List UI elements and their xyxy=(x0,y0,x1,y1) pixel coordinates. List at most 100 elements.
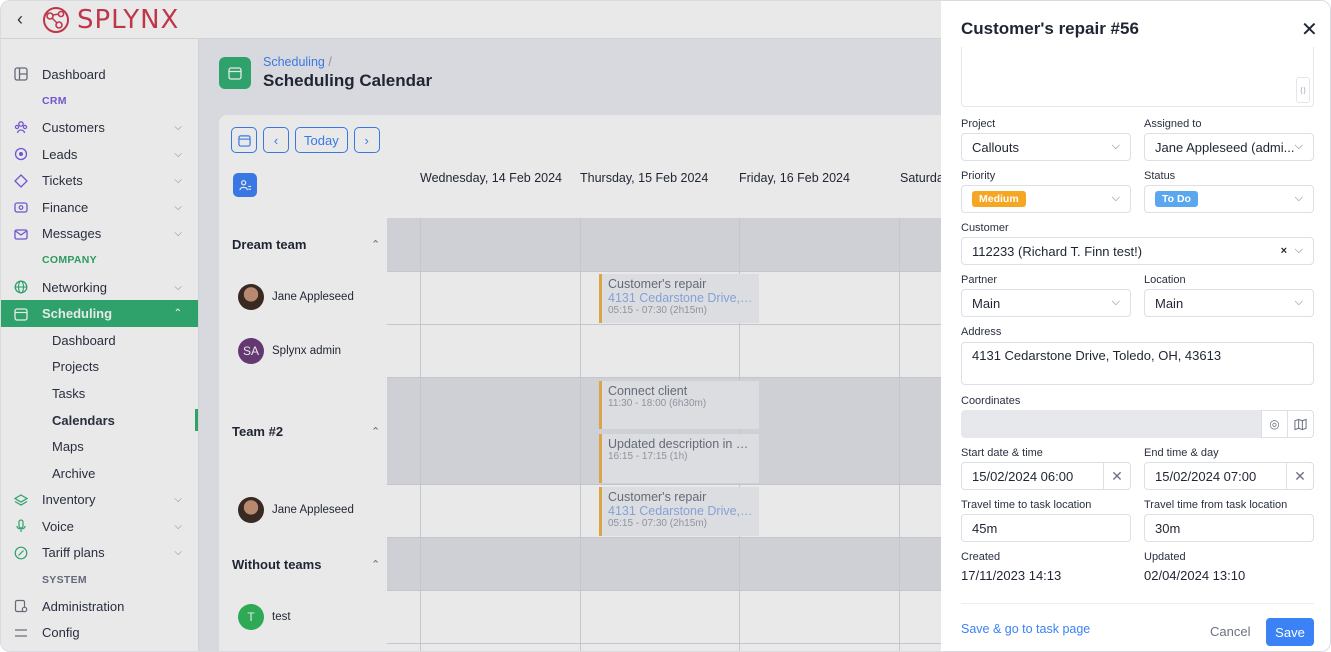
partner-select[interactable]: Main ⌵ xyxy=(961,289,1131,317)
sidebar-subitem-calendars[interactable]: Calendars xyxy=(1,407,198,434)
project-select[interactable]: Callouts ⌵ xyxy=(961,133,1131,161)
sidebar-item-dashboard[interactable]: Dashboard xyxy=(1,61,198,88)
sidebar-item-voice[interactable]: Voice ⌵ xyxy=(1,513,198,540)
calendar-event[interactable]: Updated description in pl... 16:15 - 17:… xyxy=(599,434,759,483)
sidebar-subitem-dashboard[interactable]: Dashboard xyxy=(1,327,198,354)
sidebar-section-company: COMPANY xyxy=(42,254,97,267)
locate-icon[interactable]: ◎ xyxy=(1261,410,1288,438)
sidebar-subitem-archive[interactable]: Archive xyxy=(1,460,198,487)
wallet-icon xyxy=(13,199,29,215)
travel-from-label: Travel time from task location xyxy=(1144,499,1288,511)
calendar-event[interactable]: Customer's repair 4131 Cedarstone Drive,… xyxy=(599,274,759,323)
address-label: Address xyxy=(961,326,1002,338)
chevron-down-icon: ⌵ xyxy=(174,281,182,293)
chevron-down-icon: ⌵ xyxy=(1294,192,1303,204)
status-select[interactable]: To Do ⌵ xyxy=(1144,185,1314,213)
save-button[interactable]: Save xyxy=(1266,618,1314,646)
sidebar-item-label: Tariff plans xyxy=(42,545,105,561)
mail-icon xyxy=(13,226,29,242)
save-and-go-link[interactable]: Save & go to task page xyxy=(961,622,1090,636)
config-icon xyxy=(13,625,29,641)
user-list-icon xyxy=(238,179,251,190)
clear-icon[interactable]: × xyxy=(1281,245,1287,257)
sidebar-item-leads[interactable]: Leads ⌵ xyxy=(1,141,198,168)
member-name: Jane Appleseed xyxy=(272,291,354,303)
admin-icon xyxy=(13,598,29,614)
sidebar-item-label: Inventory xyxy=(42,492,96,508)
assigned-select[interactable]: Jane Appleseed (admi... ⌵ xyxy=(1144,133,1314,161)
start-datetime-input[interactable]: 15/02/2024 06:00 xyxy=(961,462,1104,490)
logo-text: SPLYNX xyxy=(77,4,180,35)
avatar: SA xyxy=(238,338,264,364)
sidebar-subitem-projects[interactable]: Projects xyxy=(1,354,198,381)
sidebar-item-label: Networking xyxy=(42,279,108,295)
sidebar-item-finance[interactable]: Finance ⌵ xyxy=(1,194,198,221)
team-band xyxy=(387,537,941,590)
chevron-down-icon: ⌵ xyxy=(1111,140,1120,152)
calendar-event[interactable]: Connect client 11:30 - 18:00 (6h30m) xyxy=(599,381,759,429)
calendar-icon xyxy=(13,306,29,322)
sidebar-item-scheduling[interactable]: Scheduling ⌃ xyxy=(1,300,198,327)
travel-to-input[interactable]: 45m xyxy=(961,514,1131,542)
today-button[interactable]: Today xyxy=(295,127,348,153)
chevron-down-icon: ⌵ xyxy=(1294,140,1303,152)
priority-select[interactable]: Medium ⌵ xyxy=(961,185,1131,213)
customer-select[interactable]: 112233 (Richard T. Finn test!) × ⌵ xyxy=(961,237,1314,265)
location-select[interactable]: Main ⌵ xyxy=(1144,289,1314,317)
sidebar-item-networking[interactable]: Networking ⌵ xyxy=(1,274,198,301)
avatar: T xyxy=(238,604,264,630)
next-button[interactable]: › xyxy=(353,127,380,153)
back-arrow-icon[interactable]: ‹ xyxy=(1,9,39,30)
sidebar-item-label: Dashboard xyxy=(42,66,106,82)
breadcrumb-link[interactable]: Scheduling xyxy=(263,55,325,69)
sidebar-item-administration[interactable]: Administration xyxy=(1,593,198,620)
event-address: 4131 Cedarstone Drive, T... xyxy=(608,504,753,518)
date-picker-button[interactable] xyxy=(231,127,257,153)
address-textarea[interactable]: 4131 Cedarstone Drive, Toledo, OH, 43613 xyxy=(961,342,1314,385)
sidebar-item-messages[interactable]: Messages ⌵ xyxy=(1,221,198,248)
team-band xyxy=(387,218,941,271)
ticket-icon xyxy=(13,173,29,189)
cancel-button[interactable]: Cancel xyxy=(1210,624,1250,639)
day-header: Friday, 16 Feb 2024 xyxy=(739,171,850,185)
chevron-up-icon[interactable]: ⌃ xyxy=(371,558,380,571)
sidebar-section-system: SYSTEM xyxy=(42,573,87,586)
chevron-down-icon: ⌵ xyxy=(174,201,182,213)
map-icon[interactable] xyxy=(1287,410,1314,438)
event-time: 11:30 - 18:00 (6h30m) xyxy=(608,398,707,409)
sidebar-item-label: Customers xyxy=(42,119,105,135)
team-member: Jane Appleseed xyxy=(238,284,354,310)
sidebar-item-tickets[interactable]: Tickets ⌵ xyxy=(1,167,198,194)
sidebar-subitem-tasks[interactable]: Tasks xyxy=(1,380,198,407)
users-icon xyxy=(13,119,29,135)
sidebar-item-tariff-plans[interactable]: Tariff plans ⌵ xyxy=(1,540,198,567)
sidebar-item-customers[interactable]: Customers ⌵ xyxy=(1,114,198,141)
breadcrumb-separator: / xyxy=(328,55,332,69)
chevron-down-icon: ⌵ xyxy=(174,148,182,160)
chevron-down-icon: ⌵ xyxy=(1294,296,1303,308)
clear-start-icon[interactable]: ✕ xyxy=(1103,462,1131,490)
chevron-up-icon[interactable]: ⌃ xyxy=(371,238,380,251)
member-name: Jane Appleseed xyxy=(272,504,354,516)
editor-toggle-icon[interactable]: ⟨⟩ xyxy=(1296,77,1310,103)
team-filter-button[interactable] xyxy=(233,173,257,197)
coordinates-input[interactable] xyxy=(961,410,1261,438)
prev-button[interactable]: ‹ xyxy=(263,127,289,153)
calendar-event[interactable]: Customer's repair 4131 Cedarstone Drive,… xyxy=(599,487,759,536)
main-content: Scheduling / Scheduling Calendar ‹ Today… xyxy=(199,39,944,651)
logo[interactable]: SPLYNX xyxy=(39,5,179,35)
travel-from-input[interactable]: 30m xyxy=(1144,514,1314,542)
description-textarea[interactable]: ⟨⟩ xyxy=(961,47,1314,107)
sidebar-item-inventory[interactable]: Inventory ⌵ xyxy=(1,487,198,514)
microphone-icon xyxy=(13,518,29,534)
location-value: Main xyxy=(1155,295,1184,311)
clear-end-icon[interactable]: ✕ xyxy=(1286,462,1314,490)
end-value: 15/02/2024 07:00 xyxy=(1155,468,1257,484)
end-datetime-input[interactable]: 15/02/2024 07:00 xyxy=(1144,462,1287,490)
chevron-up-icon[interactable]: ⌃ xyxy=(371,425,380,438)
sidebar-item-config[interactable]: Config xyxy=(1,619,198,646)
close-icon[interactable]: ✕ xyxy=(1301,17,1318,42)
sidebar-subitem-maps[interactable]: Maps xyxy=(1,433,198,460)
project-label: Project xyxy=(961,118,996,130)
priority-label: Priority xyxy=(961,170,996,182)
